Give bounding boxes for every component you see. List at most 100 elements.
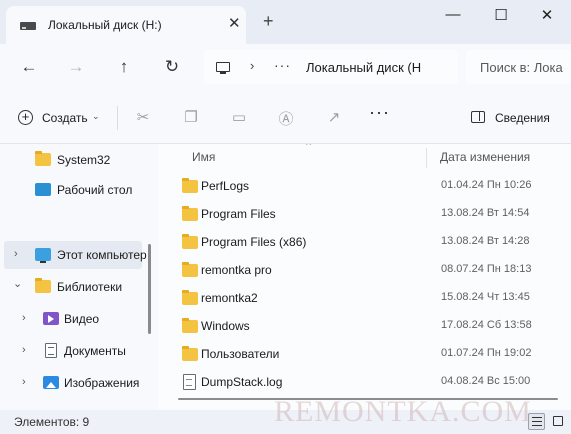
folder-icon (182, 234, 198, 249)
computer-icon (35, 248, 51, 263)
sidebar-item-system32[interactable]: System32 (0, 146, 148, 174)
file-name: PerfLogs (201, 179, 250, 193)
column-header-name[interactable]: Имя (192, 150, 215, 164)
file-date: 01.04.24 Пн 10:26 (441, 179, 532, 191)
file-date: 13.08.24 Вт 14:28 (441, 235, 530, 247)
computer-icon[interactable] (216, 62, 230, 74)
video-icon (43, 312, 59, 325)
create-button[interactable]: + Создать ⌄ (14, 106, 106, 130)
file-name: DumpStack.log (201, 375, 283, 389)
table-row[interactable]: PerfLogs 01.04.24 Пн 10:26 (172, 172, 562, 200)
sidebar-item-this-pc[interactable]: › Этот компьютер (4, 241, 147, 269)
sidebar-scrollbar[interactable] (148, 244, 151, 334)
sidebar-item-libraries[interactable]: ⌄ Библиотеки (0, 273, 148, 301)
folder-icon (182, 290, 198, 305)
table-row[interactable]: Program Files (x86) 13.08.24 Вт 14:28 (172, 228, 562, 256)
details-label: Сведения (495, 111, 550, 125)
address-overflow-button[interactable]: ··· (274, 57, 291, 73)
table-row[interactable]: remontka pro 08.07.24 Пн 18:13 (172, 256, 562, 284)
address-chevron-icon[interactable]: › (250, 58, 254, 73)
desktop-icon (35, 183, 51, 196)
sidebar-item-pictures[interactable]: › Изображения (0, 369, 148, 397)
copy-icon[interactable]: ❐ (181, 108, 201, 128)
file-date: 13.08.24 Вт 14:54 (441, 207, 530, 219)
file-date: 15.08.24 Чт 13:45 (441, 291, 530, 303)
table-row[interactable]: Пользователи 01.07.24 Пн 19:02 (172, 340, 562, 368)
forward-button[interactable]: → (64, 57, 88, 77)
chevron-down-icon[interactable]: ⌄ (13, 277, 23, 290)
file-name: Пользователи (201, 347, 280, 361)
file-name: remontka2 (201, 291, 258, 305)
item-count: Элементов: 9 (14, 415, 90, 429)
list-view-icon (532, 417, 542, 426)
file-list: ⌃ Имя Дата изменения PerfLogs 01.04.24 П… (158, 144, 571, 410)
back-button[interactable]: ← (17, 57, 41, 77)
file-date: 04.08.24 Вс 15:00 (441, 375, 531, 387)
details-button[interactable]: Сведения (468, 108, 558, 128)
file-date: 01.07.24 Пн 19:02 (441, 347, 532, 359)
minimize-button[interactable]: — (438, 6, 468, 23)
chevron-right-icon[interactable]: › (22, 344, 32, 356)
grid-view-icon (553, 416, 563, 426)
more-options-button[interactable]: ··· (369, 102, 390, 123)
close-button[interactable]: ✕ (532, 6, 562, 24)
file-name: Program Files (x86) (201, 235, 307, 249)
chevron-down-icon: ⌄ (92, 111, 100, 121)
file-name: Program Files (201, 207, 276, 221)
watermark: REMONTKA.COM (274, 395, 532, 428)
sidebar-item-desktop[interactable]: Рабочий стол (0, 176, 148, 204)
table-row[interactable]: remontka2 15.08.24 Чт 13:45 (172, 284, 562, 312)
plus-icon: + (18, 110, 33, 125)
sidebar-item-label: Рабочий стол (57, 183, 133, 197)
chevron-right-icon[interactable]: › (14, 248, 24, 260)
sidebar-item-videos[interactable]: › Видео (0, 305, 148, 333)
sidebar-item-label: Этот компьютер (57, 248, 147, 262)
sidebar-item-label: Документы (64, 344, 126, 358)
drive-icon (20, 22, 36, 30)
search-box[interactable]: Поиск в: Лока (466, 50, 571, 84)
column-divider[interactable] (426, 148, 427, 168)
command-bar: + Создать ⌄ ✂ ❐ ▭ Ⓐ ↗ ··· Сведения (0, 92, 571, 144)
file-date: 08.07.24 Пн 18:13 (441, 263, 532, 275)
title-bar: Локальный диск (H:) ✕ + — ☐ ✕ (0, 0, 571, 44)
navigation-bar: ← → ↑ ↻ › ··· Локальный диск (H Поиск в:… (0, 44, 571, 92)
address-path[interactable]: Локальный диск (H (306, 60, 421, 75)
document-file-icon (183, 374, 196, 390)
new-tab-button[interactable]: + (263, 11, 274, 32)
cut-icon[interactable]: ✂ (133, 108, 153, 128)
refresh-button[interactable]: ↻ (160, 57, 184, 77)
up-button[interactable]: ↑ (112, 57, 136, 77)
tab-title: Локальный диск (H:) (48, 18, 162, 32)
create-label: Создать (42, 111, 88, 125)
file-name: remontka pro (201, 263, 272, 277)
tiles-view-button[interactable] (550, 413, 567, 430)
pictures-icon (43, 376, 59, 389)
toolbar-divider (117, 106, 118, 130)
sidebar-item-documents[interactable]: › Документы (0, 337, 148, 365)
folder-icon (182, 346, 198, 361)
folder-icon (182, 318, 198, 333)
tab-close-button[interactable]: ✕ (228, 14, 241, 32)
table-row[interactable]: Program Files 13.08.24 Вт 14:54 (172, 200, 562, 228)
rename-icon[interactable]: Ⓐ (276, 108, 296, 128)
tab-local-disk[interactable]: Локальный диск (H:) ✕ (6, 6, 246, 44)
sidebar-item-label: System32 (57, 153, 111, 167)
navigation-pane: System32 Рабочий стол › Этот компьютер ⌄… (0, 144, 158, 410)
folder-icon (35, 278, 51, 293)
documents-icon (45, 343, 57, 358)
table-row[interactable]: Windows 17.08.24 Сб 13:58 (172, 312, 562, 340)
chevron-right-icon[interactable]: › (22, 312, 32, 324)
paste-icon[interactable]: ▭ (229, 108, 249, 128)
table-row[interactable]: DumpStack.log 04.08.24 Вс 15:00 (172, 368, 562, 396)
sort-ascending-icon: ⌃ (304, 144, 314, 153)
chevron-right-icon[interactable]: › (22, 376, 32, 388)
file-date: 17.08.24 Сб 13:58 (441, 319, 532, 331)
column-header-date-modified[interactable]: Дата изменения (440, 150, 530, 164)
search-input[interactable]: Поиск в: Лока (480, 60, 563, 75)
share-icon[interactable]: ↗ (324, 108, 344, 128)
address-bar[interactable]: › ··· Локальный диск (H (204, 50, 458, 84)
file-name: Windows (201, 319, 250, 333)
folder-icon (182, 262, 198, 277)
details-pane-icon (471, 111, 485, 123)
maximize-button[interactable]: ☐ (486, 6, 516, 24)
